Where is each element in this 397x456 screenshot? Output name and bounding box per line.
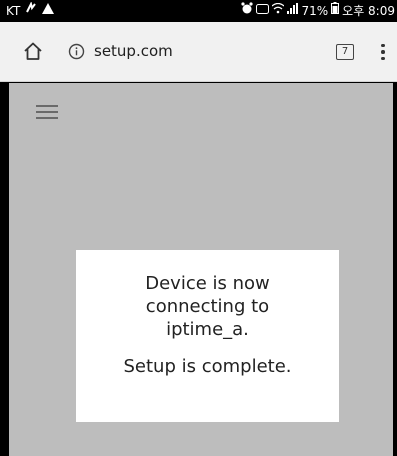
setup-complete-dialog: Device is now connecting to iptime_a. Se… <box>76 250 339 422</box>
status-bar-left: KT <box>6 0 55 22</box>
hamburger-line <box>36 111 58 113</box>
browser-toolbar: setup.com 7 <box>0 22 397 82</box>
tab-switcher-button[interactable]: 7 <box>336 44 354 60</box>
status-bar: KT 71% 오후 8:09 <box>0 0 397 22</box>
dialog-message: Device is now connecting to iptime_a. <box>90 272 325 341</box>
dialog-message-line1: Device is now <box>145 273 270 294</box>
hamburger-menu-icon[interactable] <box>36 105 58 119</box>
url-text[interactable]: setup.com <box>94 42 173 60</box>
warning-icon <box>42 0 55 22</box>
dialog-message-line3: iptime_a. <box>166 319 249 340</box>
hd-voice-icon <box>256 0 270 22</box>
battery-percent: 71% <box>301 4 329 18</box>
home-button[interactable] <box>18 36 48 66</box>
page-content: Device is now connecting to iptime_a. Se… <box>9 83 393 456</box>
wifi-icon <box>272 0 285 22</box>
signal-icon <box>287 0 299 22</box>
dialog-status: Setup is complete. <box>123 356 292 377</box>
status-bar-right: 71% 오후 8:09 <box>241 0 395 22</box>
hamburger-line <box>36 105 58 107</box>
address-bar[interactable]: setup.com <box>60 32 325 70</box>
carrier-label: KT <box>6 4 21 18</box>
phone-screen: KT 71% 오후 8:09 setup.com 7 Device is now… <box>0 0 397 456</box>
menu-dot <box>381 50 385 54</box>
clock: 오후 8:09 <box>342 4 395 18</box>
hamburger-line <box>36 117 58 119</box>
battery-icon <box>331 0 340 22</box>
no-data-icon <box>25 0 37 22</box>
home-icon <box>24 42 42 60</box>
menu-dot <box>381 43 385 48</box>
dialog-message-line2: connecting to <box>145 296 270 317</box>
alarm-icon <box>241 0 254 22</box>
menu-dot <box>381 56 385 61</box>
overflow-menu-button[interactable] <box>378 40 388 64</box>
info-icon[interactable] <box>66 41 86 61</box>
